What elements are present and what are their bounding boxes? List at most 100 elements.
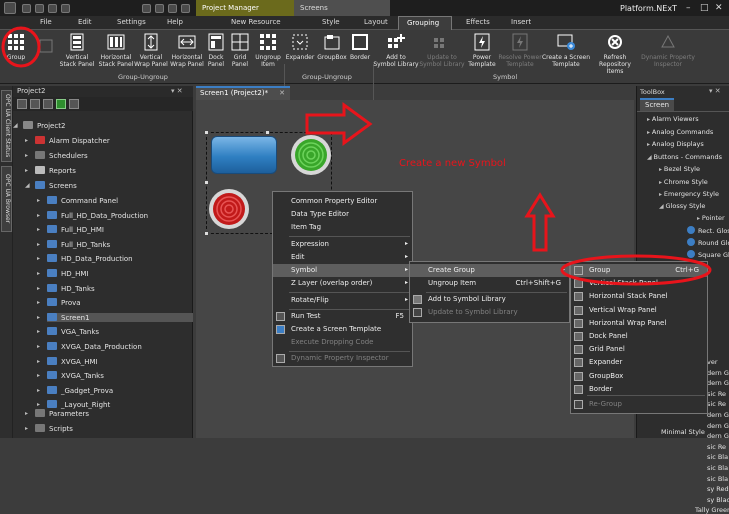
toolbox-item-round-glo[interactable]: Round Glo <box>687 238 729 247</box>
add-symbol-library-button[interactable]: Add to Symbol Library <box>373 32 419 68</box>
toolbar-stop-icon[interactable] <box>43 99 53 109</box>
menu-group-horizontal-stack-panel[interactable]: Horizontal Stack Panel <box>571 290 707 303</box>
expand-arrow-icon[interactable]: ▸ <box>37 241 40 248</box>
toolbox-item-alarm-viewers[interactable]: ▸ Alarm Viewers <box>647 115 699 123</box>
selection-handle[interactable] <box>204 180 209 185</box>
expand-arrow-icon[interactable]: ▸ <box>25 425 28 432</box>
toolbox-item-partial[interactable]: dern Gl <box>707 369 729 377</box>
toolbox-item-minimal-style[interactable]: Minimal Style <box>661 428 705 436</box>
context-tab-project-manager[interactable]: Project Manager <box>196 0 294 16</box>
quick-delete-icon[interactable] <box>181 4 190 13</box>
toolbox-item-analog-commands[interactable]: ▸ Analog Commands <box>647 128 713 136</box>
tree-screen-full-hd-hmi[interactable]: ▸ Full_HD_HMI <box>37 225 104 234</box>
toolbox-item-partial[interactable]: dern Gl <box>707 411 729 419</box>
expand-arrow-icon[interactable]: ▸ <box>37 372 40 379</box>
expand-arrow-icon[interactable]: ▸ <box>37 314 40 321</box>
tree-screen-hd-tanks[interactable]: ▸ HD_Tanks <box>37 283 95 293</box>
quick-cut-icon[interactable] <box>142 4 151 13</box>
tree-screen-hd-hmi[interactable]: ▸ HD_HMI <box>37 269 89 278</box>
toolbox-item-partial[interactable]: sic Bla <box>707 475 728 483</box>
expand-arrow-icon[interactable]: ▸ <box>37 212 40 219</box>
quick-save-icon[interactable] <box>22 4 31 13</box>
red-round-button[interactable] <box>208 188 250 230</box>
menu-settings[interactable]: Settings <box>117 18 146 26</box>
menu-item-tag[interactable]: Item Tag <box>273 221 412 234</box>
toolbox-item-pointer[interactable]: ▸ Pointer <box>697 214 725 222</box>
refresh-repository-button[interactable]: Refresh Repository Items <box>590 32 640 75</box>
toolbox-item-partial[interactable]: sic Re <box>707 390 726 398</box>
toolbox-item-partial[interactable]: Tally Green <box>695 506 729 514</box>
horizontal-wrap-button[interactable]: Horizontal Wrap Panel <box>168 32 206 68</box>
tree-item-screens[interactable]: ◢ Screens <box>25 181 77 190</box>
toolbox-item-partial[interactable]: ver <box>707 358 718 366</box>
expand-arrow-icon[interactable]: ▸ <box>37 387 40 394</box>
horizontal-stack-button[interactable]: Horizontal Stack Panel <box>96 32 136 68</box>
expand-arrow-icon[interactable]: ▸ <box>37 358 40 365</box>
tree-screen-xvga-tanks[interactable]: ▸ XVGA_Tanks <box>37 371 104 380</box>
quick-open-icon[interactable] <box>35 4 44 13</box>
tree-screen-full-hd-data-production[interactable]: ▸ Full_HD_Data_Production <box>37 210 148 220</box>
menu-group-expander[interactable]: Expander <box>571 356 707 369</box>
tab-close-icon[interactable]: ✕ <box>279 89 285 97</box>
expand-arrow-icon[interactable]: ▸ <box>37 197 40 204</box>
toolbox-pin-icon[interactable]: ▾ ✕ <box>709 87 721 95</box>
toolbox-item-bezel-style[interactable]: ▸ Bezel Style <box>659 165 700 173</box>
toolbox-item-partial[interactable]: sy Red I <box>707 485 729 493</box>
pin-icon[interactable]: ▾ ✕ <box>171 87 183 95</box>
toolbar-save-icon[interactable] <box>30 99 40 109</box>
expand-arrow-icon[interactable]: ▸ <box>37 343 40 350</box>
menu-edit[interactable]: Edit ▸ <box>273 251 412 264</box>
opc-client-status-tab[interactable]: OPC UA Client Status <box>1 90 12 162</box>
tree-item-parameters[interactable]: ▸ Parameters <box>25 409 89 418</box>
tree-screen-xvga-hmi[interactable]: ▸ XVGA_HMI <box>37 356 98 366</box>
expand-arrow-icon[interactable]: ◢ <box>25 182 30 189</box>
toolbox-item-partial[interactable]: dern Gl <box>707 432 729 440</box>
menu-symbol[interactable]: Symbol ▸ <box>273 264 412 277</box>
groupbox-button[interactable]: GroupBox <box>316 32 348 61</box>
menu-group-groupbox[interactable]: GroupBox <box>571 370 707 383</box>
tree-screen-vga-tanks[interactable]: ▸ VGA_Tanks <box>37 327 99 336</box>
toolbox-tab-screen[interactable]: Screen <box>640 98 674 111</box>
expand-arrow-icon[interactable]: ▸ <box>37 255 40 262</box>
quick-copy-icon[interactable] <box>155 4 164 13</box>
menu-expression[interactable]: Expression ▸ <box>273 238 412 251</box>
tree-screen-xvga-data-production[interactable]: ▸ XVGA_Data_Production <box>37 342 142 351</box>
border-button[interactable]: Border <box>348 32 372 61</box>
expand-arrow-icon[interactable]: ▸ <box>37 328 40 335</box>
expand-arrow-icon[interactable]: ▸ <box>25 152 28 159</box>
toolbox-item-chrome-style[interactable]: ▸ Chrome Style <box>659 178 708 186</box>
menu-insert[interactable]: Insert <box>511 18 531 26</box>
expand-arrow-icon[interactable]: ▸ <box>25 167 28 174</box>
create-screen-template-button[interactable]: Create a Screen Template <box>541 32 591 68</box>
toolbox-item-partial[interactable]: sic Bla <box>707 464 728 472</box>
menu-edit[interactable]: Edit <box>78 18 92 26</box>
expand-arrow-icon[interactable]: ▸ <box>37 401 40 408</box>
dynamic-property-inspector-button[interactable]: Dynamic Property Inspector <box>640 32 696 68</box>
expand-arrow-icon[interactable]: ◢ <box>13 122 18 129</box>
menu-z-layer[interactable]: Z Layer (overlap order) ▸ <box>273 277 412 290</box>
tree-root-project2[interactable]: ◢ Project2 <box>13 121 65 130</box>
power-template-button[interactable]: Power Template <box>466 32 498 68</box>
selection-handle[interactable] <box>204 130 209 135</box>
minimize-icon[interactable]: – <box>686 3 691 13</box>
tree-screen-full-hd-tanks[interactable]: ▸ Full_HD_Tanks <box>37 239 110 249</box>
menu-effects[interactable]: Effects <box>466 18 490 26</box>
tree-screen-screen1[interactable]: ▸ Screen1 <box>37 312 193 322</box>
menu-create-group[interactable]: Create Group ▸ <box>410 264 569 277</box>
toolbox-item-glossy-style[interactable]: ◢ Glossy Style <box>659 202 705 210</box>
toolbox-item-partial[interactable]: dern Gl <box>707 379 729 387</box>
tree-item-alarm-dispatcher[interactable]: ▸ Alarm Dispatcher <box>25 136 110 145</box>
toolbox-item-emergency-style[interactable]: ▸ Emergency Style <box>659 190 719 198</box>
dock-panel-button[interactable]: Dock Panel <box>204 32 228 68</box>
menu-style[interactable]: Style <box>322 18 340 26</box>
toolbox-item-partial[interactable]: sic Re <box>707 400 726 408</box>
menu-layout[interactable]: Layout <box>364 18 388 26</box>
menu-rotate-flip[interactable]: Rotate/Flip ▸ <box>273 294 412 307</box>
menu-run-test[interactable]: Run Test F5 <box>273 310 412 323</box>
expand-arrow-icon[interactable]: ▸ <box>37 285 40 292</box>
opc-browser-tab[interactable]: OPC UA Browser <box>1 166 12 232</box>
toolbox-item-rect-glos[interactable]: Rect. Glos <box>687 226 729 235</box>
vertical-wrap-button[interactable]: Vertical Wrap Panel <box>134 32 168 68</box>
selection-handle[interactable] <box>204 231 209 236</box>
tree-item-scripts[interactable]: ▸ Scripts <box>25 424 73 433</box>
